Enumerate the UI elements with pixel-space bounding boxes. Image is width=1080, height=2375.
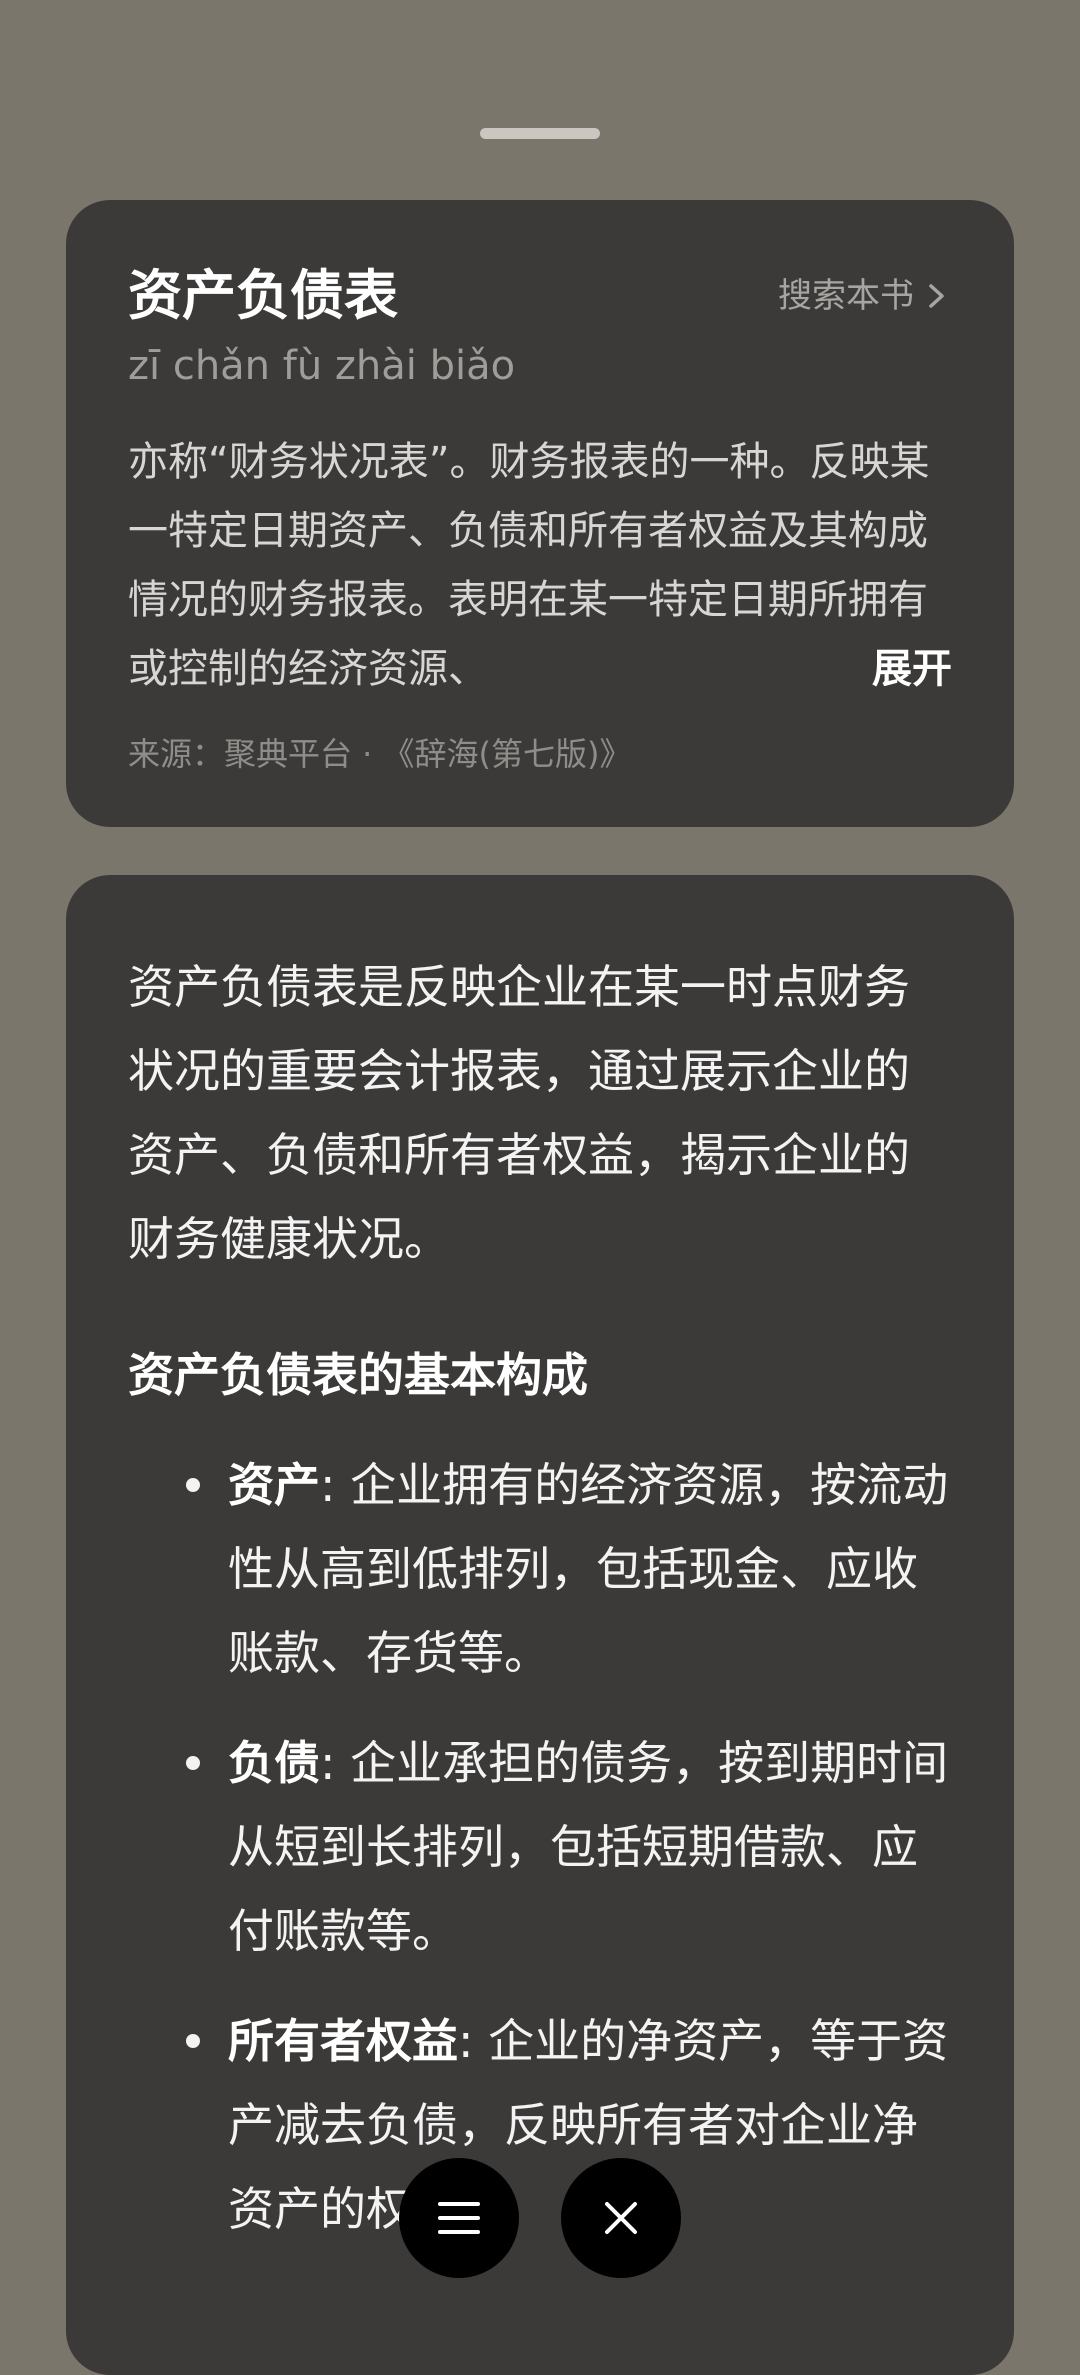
drag-handle[interactable] xyxy=(480,128,600,139)
search-book-link[interactable]: 搜索本书 xyxy=(778,272,952,320)
answer-intro: 资产负债表是反映企业在某一时点财务状况的重要会计报表，通过展示企业的资产、负债和… xyxy=(128,960,910,1266)
list-item-term: 所有者权益 xyxy=(228,2014,458,2068)
menu-icon xyxy=(438,2202,480,2234)
bullet-dot xyxy=(186,1756,200,1770)
dictionary-source: 来源：聚典平台 · 《辞海(第七版)》 xyxy=(128,735,632,773)
list-item-equity: 所有者权益: 企业的净资产，等于资产减去负债，反映所有者对企业净资产的权 xyxy=(128,1999,952,2251)
dictionary-card: 资产负债表 搜索本书 zī chǎn fù zhài biǎo 亦称“财务状况表… xyxy=(66,200,1014,827)
expand-button[interactable]: 展开 xyxy=(872,635,952,704)
dictionary-header: 资产负债表 搜索本书 xyxy=(128,260,952,332)
list-item-term: 资产 xyxy=(228,1458,320,1512)
close-button[interactable] xyxy=(561,2158,681,2278)
list-item-assets: 资产: 企业拥有的经济资源，按流动性从高到低排列，包括现金、应收账款、存货等。 xyxy=(128,1443,952,1695)
list-item-liabilities: 负债: 企业承担的债务，按到期时间从短到长排列，包括短期借款、应付账款等。 xyxy=(128,1721,952,1973)
section-title: 资产负债表的基本构成 xyxy=(128,1348,588,1402)
menu-button[interactable] xyxy=(399,2158,519,2278)
list-item-text: : 企业拥有的经济资源，按流动性从高到低排列，包括现金、应收账款、存货等。 xyxy=(228,1458,949,1680)
list-item-text: : 企业承担的债务，按到期时间从短到长排列，包括短期借款、应付账款等。 xyxy=(228,1736,949,1958)
close-icon xyxy=(605,2202,637,2234)
dictionary-pinyin: zī chǎn fù zhài biǎo xyxy=(128,343,516,389)
bullet-dot xyxy=(186,1478,200,1492)
definition-container: 亦称“财务状况表”。财务报表的一种。反映某一特定日期资产、负债和所有者权益及其构… xyxy=(128,428,952,704)
answer-card: 资产负债表是反映企业在某一时点财务状况的重要会计报表，通过展示企业的资产、负债和… xyxy=(66,875,1014,2375)
chevron-right-icon xyxy=(929,284,944,308)
bullet-dot xyxy=(186,2034,200,2048)
composition-list: 资产: 企业拥有的经济资源，按流动性从高到低排列，包括现金、应收账款、存货等。 … xyxy=(128,1443,952,2251)
search-book-label: 搜索本书 xyxy=(778,276,914,316)
list-item-term: 负债 xyxy=(228,1736,320,1790)
